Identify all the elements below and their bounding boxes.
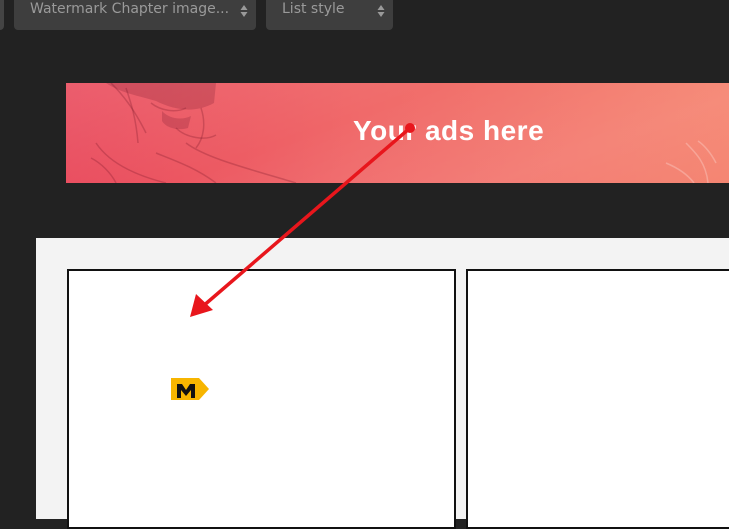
watermark-chapter-image-select[interactable]: Watermark Chapter image...: [14, 0, 256, 30]
watermark-select-value: Watermark Chapter image...: [30, 1, 230, 17]
chapter-page-right: [466, 269, 729, 529]
chapter-page-left: [67, 269, 456, 529]
banner-ad-text: Your ads here: [353, 115, 545, 146]
sort-caret-icon: [377, 4, 385, 18]
list-style-select[interactable]: List style: [266, 0, 393, 30]
list-style-select-value: List style: [282, 1, 345, 17]
chapter-reader-area: [36, 238, 729, 529]
ad-banner[interactable]: Your ads here: [66, 83, 729, 183]
sort-caret-icon: [240, 4, 248, 18]
toolbar-edge: [0, 0, 4, 30]
manga-logo-icon: [171, 378, 209, 400]
